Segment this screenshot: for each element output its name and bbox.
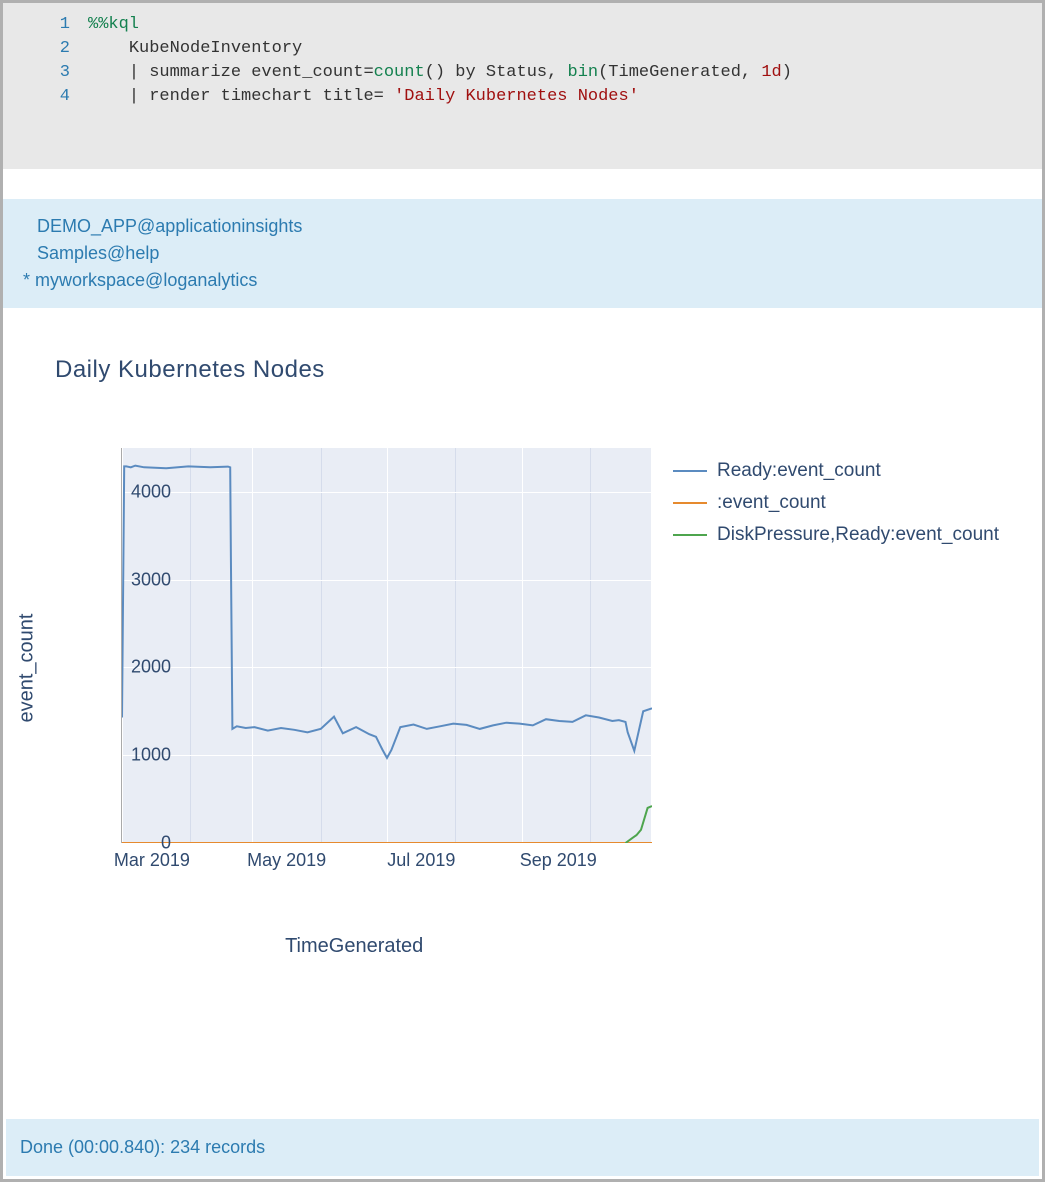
legend-swatch — [673, 470, 707, 472]
chart-title: Daily Kubernetes Nodes — [55, 356, 325, 384]
chart-series — [122, 448, 652, 843]
table-name: KubeNodeInventory — [129, 39, 302, 58]
plot-area[interactable]: event_count TimeGenerated 01000200030004… — [71, 448, 661, 888]
code-cell: 1 2 3 4 %%kql KubeNodeInventory | summar… — [3, 3, 1042, 169]
y-axis-label: event_count — [16, 614, 39, 723]
chart-output: Daily Kubernetes Nodes event_count TimeG… — [3, 308, 1042, 978]
legend-label: Ready:event_count — [717, 460, 881, 482]
y-tick: 1000 — [126, 745, 171, 766]
x-axis-label: TimeGenerated — [285, 935, 423, 958]
x-tick: Jul 2019 — [387, 850, 455, 871]
legend-label: DiskPressure,Ready:event_count — [717, 524, 999, 546]
line-no: 4 — [13, 85, 70, 109]
code-content[interactable]: %%kql KubeNodeInventory | summarize even… — [88, 13, 792, 109]
series-line — [122, 466, 652, 758]
legend-item[interactable]: DiskPressure,Ready:event_count — [673, 524, 999, 546]
legend-swatch — [673, 534, 707, 536]
line-no: 1 — [13, 13, 70, 37]
y-tick: 2000 — [126, 657, 171, 678]
context-line: DEMO_APP@applicationinsights — [23, 213, 1022, 240]
y-tick: 4000 — [126, 481, 171, 502]
legend-item[interactable]: Ready:event_count — [673, 460, 999, 482]
line-no: 2 — [13, 37, 70, 61]
line-no: 3 — [13, 61, 70, 85]
context-box: DEMO_APP@applicationinsights Samples@hel… — [3, 199, 1042, 308]
context-line: Samples@help — [23, 240, 1022, 267]
cell-magic: %%kql — [88, 15, 139, 34]
x-tick: Mar 2019 — [114, 850, 190, 871]
line-gutter: 1 2 3 4 — [13, 13, 88, 109]
status-bar: Done (00:00.840): 234 records — [6, 1119, 1039, 1176]
series-line — [626, 806, 653, 843]
legend-item[interactable]: :event_count — [673, 492, 999, 514]
x-tick: May 2019 — [247, 850, 326, 871]
y-tick: 3000 — [126, 569, 171, 590]
legend-label: :event_count — [717, 492, 826, 514]
chart-legend[interactable]: Ready:event_count :event_count DiskPressur… — [673, 460, 999, 556]
legend-swatch — [673, 502, 707, 504]
x-tick: Sep 2019 — [520, 850, 597, 871]
context-active: myworkspace@loganalytics — [35, 270, 257, 290]
